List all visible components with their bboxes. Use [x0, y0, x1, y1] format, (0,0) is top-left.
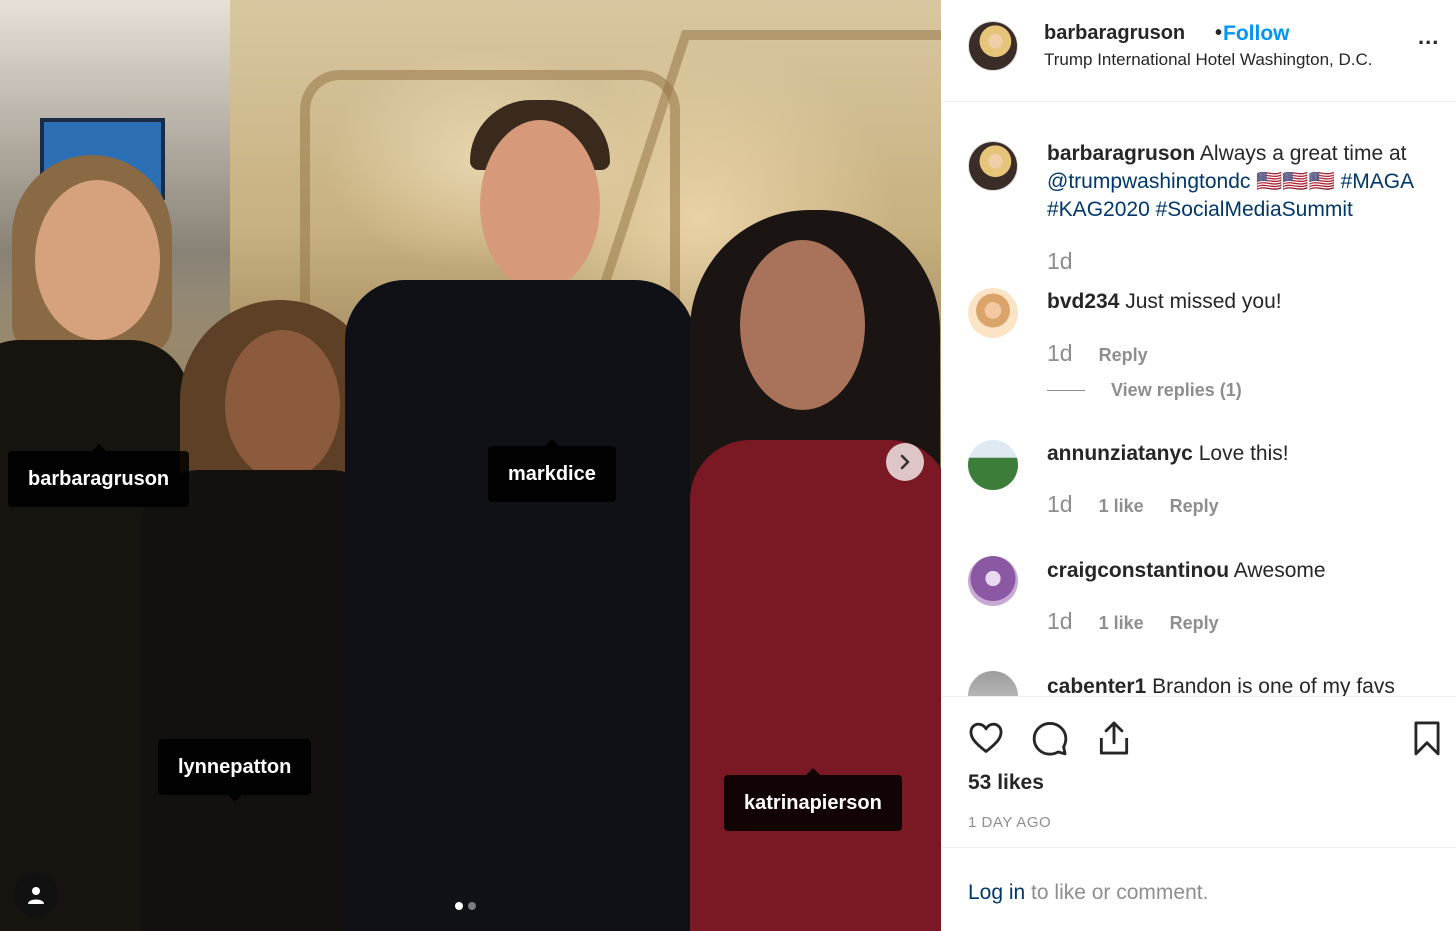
comment-likes-count[interactable]: 1 like	[1099, 496, 1144, 517]
comment-text: craigconstantinou Awesome	[1047, 559, 1326, 582]
share-icon[interactable]	[1095, 719, 1133, 757]
mention-link[interactable]: @trumpwashingtondc	[1047, 170, 1250, 193]
post-side-panel: barbaragruson • Follow Trump Internation…	[941, 0, 1456, 931]
comment-username[interactable]: annunziatanyc	[1047, 442, 1193, 465]
carousel-indicator	[455, 902, 476, 910]
header-location[interactable]: Trump International Hotel Washington, D.…	[1044, 50, 1373, 70]
comment-avatar[interactable]	[968, 440, 1018, 490]
comment-time[interactable]: 1d	[1047, 491, 1073, 518]
reply-button[interactable]: Reply	[1170, 613, 1219, 634]
post-actions: 53 likes 1 DAY AGO	[941, 696, 1456, 848]
comment-username[interactable]: craigconstantinou	[1047, 559, 1229, 582]
caption-username[interactable]: barbaragruson	[1047, 142, 1195, 165]
login-prompt-text: to like or comment.	[1025, 881, 1209, 904]
comment-text: bvd234 Just missed you!	[1047, 290, 1282, 313]
login-prompt: Log in to like or comment.	[968, 881, 1208, 905]
heart-icon[interactable]	[967, 719, 1005, 757]
comment-text: cabenter1 Brandon is one of my favs	[1047, 675, 1395, 696]
more-options-icon[interactable]: ...	[1418, 24, 1439, 50]
comment-meta: 1d Reply	[1047, 340, 1148, 367]
caption-meta: 1d	[1047, 248, 1073, 275]
likes-count[interactable]: 53 likes	[968, 771, 1044, 795]
comment-time[interactable]: 1d	[1047, 608, 1073, 635]
reply-button[interactable]: Reply	[1170, 496, 1219, 517]
avatar[interactable]	[968, 21, 1018, 71]
comment-avatar[interactable]	[968, 556, 1018, 606]
carousel-dot	[468, 902, 476, 910]
header-username[interactable]: barbaragruson	[1044, 22, 1185, 45]
carousel-next-button[interactable]	[886, 443, 924, 481]
post-header: barbaragruson • Follow Trump Internation…	[941, 0, 1456, 102]
view-replies-line	[1047, 390, 1085, 391]
comment-text: annunziatanyc Love this!	[1047, 442, 1289, 465]
hashtag-line[interactable]: #KAG2020 #SocialMediaSummit	[1047, 198, 1353, 221]
view-replies-button[interactable]: View replies (1)	[1047, 380, 1242, 401]
follow-button[interactable]: Follow	[1223, 22, 1290, 46]
photo-tag-lynnepatton[interactable]: lynnepatton	[158, 739, 312, 802]
hashtag-maga[interactable]: #MAGA	[1341, 170, 1415, 193]
header-separator: •	[1215, 22, 1223, 44]
post-photo[interactable]: barbaragruson markdice lynnepatton katri…	[0, 0, 941, 931]
comment-avatar[interactable]	[968, 288, 1018, 338]
bookmark-icon[interactable]	[1408, 719, 1446, 757]
chevron-right-icon	[900, 454, 910, 470]
comment-icon[interactable]	[1031, 719, 1069, 757]
reply-button[interactable]: Reply	[1099, 345, 1148, 366]
photo-tag-markdice[interactable]: markdice	[488, 439, 616, 502]
post-timestamp[interactable]: 1 DAY AGO	[968, 814, 1051, 831]
comment-meta: 1d 1 like Reply	[1047, 608, 1219, 635]
photo-tag-katrinapierson[interactable]: katrinapierson	[724, 768, 902, 831]
login-link[interactable]: Log in	[968, 881, 1025, 904]
tagged-users-button[interactable]	[14, 873, 58, 917]
comments-list: barbaragruson Always a great time at @tr…	[941, 103, 1456, 696]
comment-time[interactable]: 1d	[1047, 340, 1073, 367]
person-icon	[28, 887, 44, 904]
caption-time[interactable]: 1d	[1047, 248, 1073, 275]
caption-avatar[interactable]	[968, 141, 1018, 191]
comment-meta: 1d 1 like Reply	[1047, 491, 1219, 518]
carousel-dot-active	[455, 902, 463, 910]
comment-avatar[interactable]	[968, 671, 1018, 696]
comment-username[interactable]: bvd234	[1047, 290, 1119, 313]
comment-likes-count[interactable]: 1 like	[1099, 613, 1144, 634]
comment-username[interactable]: cabenter1	[1047, 675, 1146, 696]
photo-tag-barbaragruson[interactable]: barbaragruson	[8, 444, 190, 507]
caption-text: barbaragruson Always a great time at @tr…	[1047, 142, 1415, 221]
